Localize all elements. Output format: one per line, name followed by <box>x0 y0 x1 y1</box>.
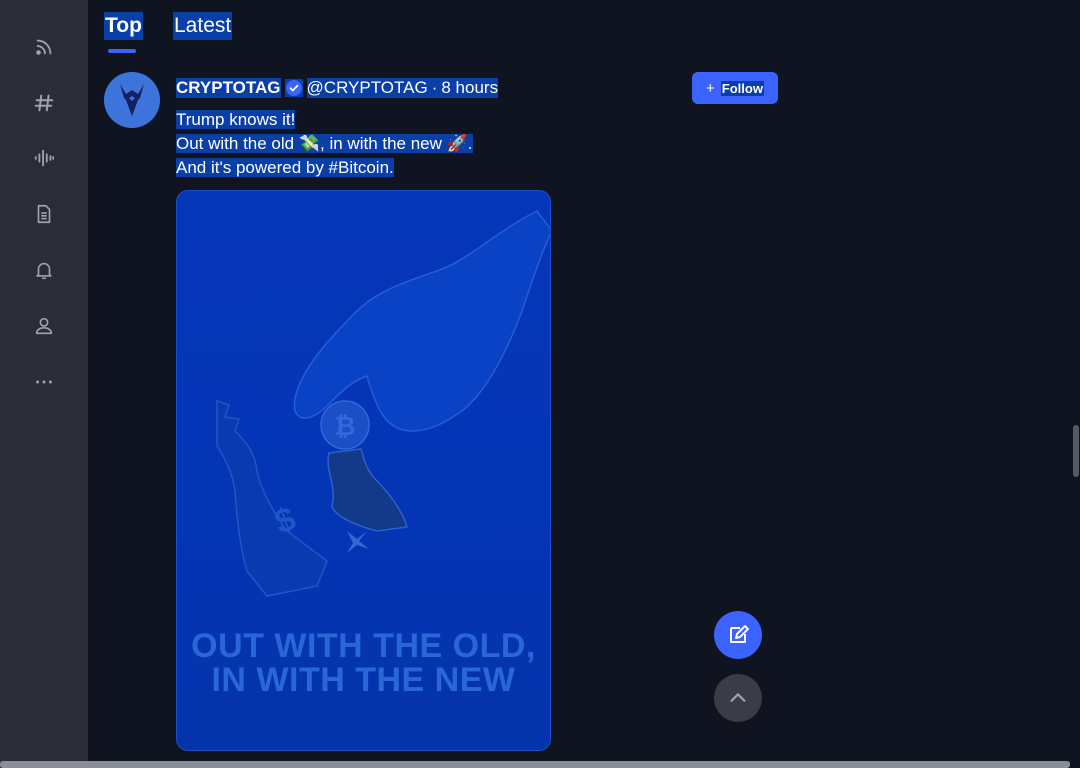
tab-top[interactable]: Top <box>104 12 143 40</box>
user-icon[interactable] <box>28 310 60 342</box>
audio-wave-icon[interactable] <box>28 142 60 174</box>
rss-icon[interactable] <box>28 31 60 63</box>
post-text-line: Trump knows it! <box>176 110 296 129</box>
bell-icon[interactable] <box>28 254 60 286</box>
compose-icon <box>730 625 749 643</box>
hashtag-icon[interactable] <box>28 87 60 119</box>
scroll-to-top-button[interactable] <box>714 674 762 722</box>
follow-label: Follow <box>720 80 764 96</box>
post-time[interactable]: 8 hours <box>441 78 499 98</box>
chevron-up-icon <box>730 693 746 702</box>
header-separator: · <box>427 78 442 98</box>
avatar-logo-icon <box>104 72 160 128</box>
svg-text:₿: ₿ <box>334 411 355 441</box>
image-caption-line: IN WITH THE NEW <box>211 661 516 699</box>
horizontal-scrollbar[interactable] <box>0 761 1070 768</box>
document-icon[interactable] <box>28 198 60 230</box>
tab-latest[interactable]: Latest <box>173 12 233 40</box>
sidebar <box>0 0 88 768</box>
avatar[interactable] <box>104 72 160 128</box>
active-tab-indicator <box>108 49 136 53</box>
post-image[interactable]: ₿ $ OUT WITH THE OLD, IN WITH THE NEW <box>176 190 551 751</box>
post-text-line: Out with the old 💸, in with the new 🚀. <box>176 134 473 153</box>
post-header: CRYPTOTAG @CRYPTOTAG · 8 hours <box>176 76 499 100</box>
more-icon[interactable] <box>28 366 60 398</box>
verified-badge-icon <box>284 79 303 97</box>
author-handle[interactable]: @CRYPTOTAG <box>306 78 428 98</box>
follow-button[interactable]: + Follow <box>692 72 778 104</box>
vertical-scrollbar[interactable] <box>1073 425 1079 477</box>
post-text-line: And it's powered by #Bitcoin. <box>176 158 394 177</box>
plus-icon: + <box>706 79 715 97</box>
compose-button[interactable] <box>714 611 762 659</box>
author-name[interactable]: CRYPTOTAG <box>176 78 281 98</box>
